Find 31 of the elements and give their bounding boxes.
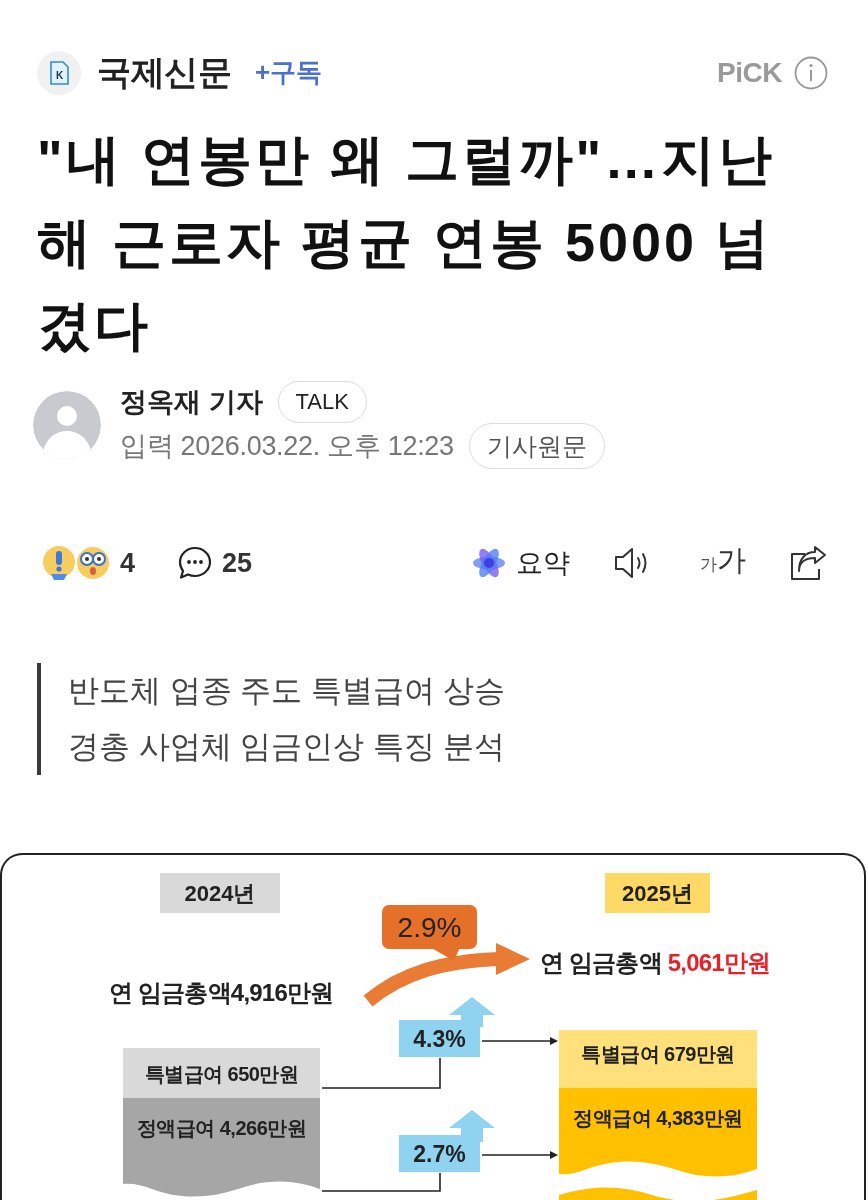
headline: "내 연봉만 왜 그럴까"…지난 해 근로자 평균 연봉 5000 넘겼다	[37, 128, 777, 357]
reporter-name[interactable]: 정옥재 기자	[120, 384, 263, 420]
year-label: 2025년	[605, 873, 710, 913]
press-logo[interactable]: K	[37, 50, 81, 95]
share-icon	[788, 545, 828, 581]
sparkle-icon	[472, 546, 506, 580]
total-pay-text: 연 임금총액 5,061만원	[540, 949, 771, 976]
avatar-icon	[33, 391, 101, 459]
summary-button[interactable]: 요약	[472, 541, 570, 585]
year-label: 2024년	[160, 873, 280, 913]
date-text: 입력 2026.03.22. 오후 12:23	[120, 430, 454, 463]
percent-label: 4.3%	[399, 1020, 480, 1057]
press-name[interactable]: 국제신문	[97, 49, 231, 96]
exclamation-emoji-icon	[42, 546, 76, 580]
total-pay-text: 연 임금총액4,916만원	[109, 979, 334, 1006]
pay-box: 특별급여 650만원	[123, 1048, 320, 1098]
subtitle-line: 경총 사업체 임금인상 특징 분석	[68, 728, 507, 766]
reaction-button[interactable]: 4	[42, 541, 136, 585]
pay-box: 정액급여 4,383만원	[559, 1088, 757, 1177]
pick-label: PiCK	[717, 56, 782, 89]
comment-icon	[177, 545, 214, 581]
percent-callout: 2.9%	[382, 905, 477, 961]
subscribe-button[interactable]: +구독	[255, 55, 323, 90]
subtitle-line: 반도체 업종 주도 특별급여 상승	[68, 672, 507, 710]
info-icon[interactable]	[794, 55, 828, 90]
font-size-button[interactable]: 가가	[700, 541, 746, 585]
surprised-face-icon	[76, 546, 110, 580]
pay-box: 정액급여 4,266만원	[123, 1098, 320, 1197]
percent-label: 2.7%	[399, 1135, 480, 1172]
pay-box: 특별급여 679만원	[559, 1030, 757, 1088]
comment-button[interactable]: 25	[177, 541, 253, 585]
